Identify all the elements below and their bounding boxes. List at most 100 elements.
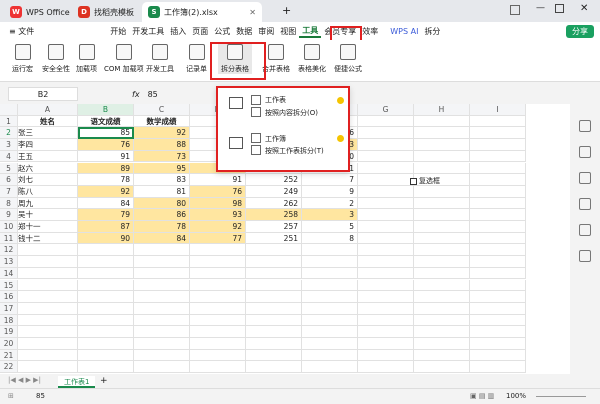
grid-cell[interactable] (470, 314, 526, 327)
grid-cell[interactable]: 5 (302, 221, 358, 233)
grid-cell[interactable] (246, 349, 302, 362)
close-icon[interactable]: ✕ (249, 8, 256, 17)
sidebar-tool-icon[interactable] (579, 224, 591, 236)
grid-cell[interactable]: 83 (134, 174, 190, 186)
grid-cell[interactable]: 76 (190, 185, 246, 198)
grid-cell[interactable] (470, 291, 526, 303)
grid-cell[interactable]: 92 (78, 185, 134, 198)
grid-cell[interactable] (414, 244, 470, 257)
grid-cell[interactable]: 张三 (18, 127, 78, 140)
view-mode-icons[interactable]: ▣ ▤ ▥ (470, 392, 494, 400)
grid-cell[interactable]: 刘七 (18, 174, 78, 186)
window-icon[interactable] (510, 5, 520, 15)
sidebar-tool-icon[interactable] (579, 146, 591, 158)
grid-cell[interactable]: 郑十一 (18, 221, 78, 233)
grid-cell[interactable]: 7 (302, 174, 358, 186)
menu-page[interactable]: 页面 (189, 26, 211, 37)
grid-cell[interactable] (414, 139, 470, 151)
grid-cell[interactable] (470, 267, 526, 280)
grid-cell[interactable] (18, 244, 78, 257)
row-header[interactable]: 13 (0, 256, 18, 268)
grid-cell[interactable] (302, 256, 358, 268)
grid-cell[interactable]: 88 (134, 139, 190, 151)
row-header[interactable]: 10 (0, 221, 18, 233)
row-header[interactable]: 15 (0, 279, 18, 292)
row-header[interactable]: 6 (0, 174, 18, 186)
menu-insert[interactable]: 插入 (167, 26, 189, 37)
grid-cell[interactable]: 98 (190, 197, 246, 210)
grid-cell[interactable] (358, 150, 414, 163)
grid-cell[interactable] (134, 338, 190, 350)
grid-cell[interactable] (18, 256, 78, 268)
sheet-nav-icons[interactable]: |◀ ◀ ▶ ▶| (8, 376, 41, 384)
grid-cell[interactable] (414, 349, 470, 362)
grid-cell[interactable] (78, 361, 134, 374)
sheet-tab[interactable]: 工作表1 (58, 376, 96, 388)
grid-cell[interactable] (302, 338, 358, 350)
grid-cell[interactable] (414, 185, 470, 198)
row-header[interactable]: 7 (0, 185, 18, 198)
close-window-icon[interactable]: ✕ (580, 3, 588, 14)
grid-cell[interactable] (470, 244, 526, 257)
grid-cell[interactable] (470, 338, 526, 350)
grid-cell[interactable] (78, 267, 134, 280)
grid-cell[interactable]: 80 (134, 197, 190, 210)
grid-cell[interactable] (302, 302, 358, 315)
row-header[interactable]: 19 (0, 326, 18, 338)
column-header[interactable]: I (470, 104, 526, 116)
grid-cell[interactable] (302, 314, 358, 327)
grid-cell[interactable] (470, 361, 526, 374)
grid-cell[interactable]: 李四 (18, 139, 78, 151)
grid-cell[interactable] (358, 302, 414, 315)
grid-cell[interactable] (414, 115, 470, 128)
grid-cell[interactable] (190, 314, 246, 327)
grid-cell[interactable] (470, 174, 526, 186)
grid-cell[interactable] (190, 256, 246, 268)
column-header[interactable]: C (134, 104, 190, 116)
grid-cell[interactable] (470, 209, 526, 221)
security-button[interactable]: 安全全性 (42, 44, 70, 74)
grid-cell[interactable] (470, 349, 526, 362)
grid-cell[interactable]: 85 (78, 127, 134, 140)
grid-cell[interactable]: 252 (246, 174, 302, 186)
developer-tools-button[interactable]: 开发工具 (146, 44, 174, 74)
column-header[interactable]: G (358, 104, 414, 116)
grid-cell[interactable] (18, 267, 78, 280)
tab-template[interactable]: D 找稻壳模板 (72, 2, 140, 22)
grid-cell[interactable] (190, 302, 246, 315)
grid-cell[interactable]: 陈八 (18, 185, 78, 198)
grid-cell[interactable] (134, 302, 190, 315)
grid-cell[interactable] (358, 256, 414, 268)
grid-cell[interactable] (414, 127, 470, 140)
menu-home[interactable]: 开始 (107, 26, 129, 37)
grid-cell[interactable] (78, 302, 134, 315)
maximize-icon[interactable] (555, 4, 564, 13)
grid-cell[interactable] (414, 291, 470, 303)
grid-cell[interactable]: 81 (134, 185, 190, 198)
record-form-button[interactable]: 记录单 (186, 44, 207, 74)
grid-cell[interactable] (358, 115, 414, 128)
grid-cell[interactable] (302, 244, 358, 257)
grid-cell[interactable] (470, 302, 526, 315)
row-header[interactable]: 5 (0, 162, 18, 175)
grid-cell[interactable] (78, 279, 134, 292)
grid-cell[interactable] (470, 256, 526, 268)
grid-cell[interactable] (470, 279, 526, 292)
menu-view[interactable]: 视图 (277, 26, 299, 37)
grid-cell[interactable] (134, 256, 190, 268)
grid-cell[interactable] (190, 291, 246, 303)
grid-cell[interactable] (134, 291, 190, 303)
row-header[interactable]: 17 (0, 302, 18, 315)
grid-cell[interactable] (470, 326, 526, 338)
grid-cell[interactable] (302, 326, 358, 338)
grid-cell[interactable] (358, 326, 414, 338)
grid-cell[interactable] (358, 267, 414, 280)
grid-cell[interactable] (246, 302, 302, 315)
row-header[interactable]: 16 (0, 291, 18, 303)
grid-cell[interactable] (414, 267, 470, 280)
grid-cell[interactable] (134, 314, 190, 327)
grid-cell[interactable] (246, 338, 302, 350)
grid-cell[interactable] (470, 150, 526, 163)
grid-cell[interactable]: 吴十 (18, 209, 78, 221)
grid-cell[interactable] (358, 244, 414, 257)
